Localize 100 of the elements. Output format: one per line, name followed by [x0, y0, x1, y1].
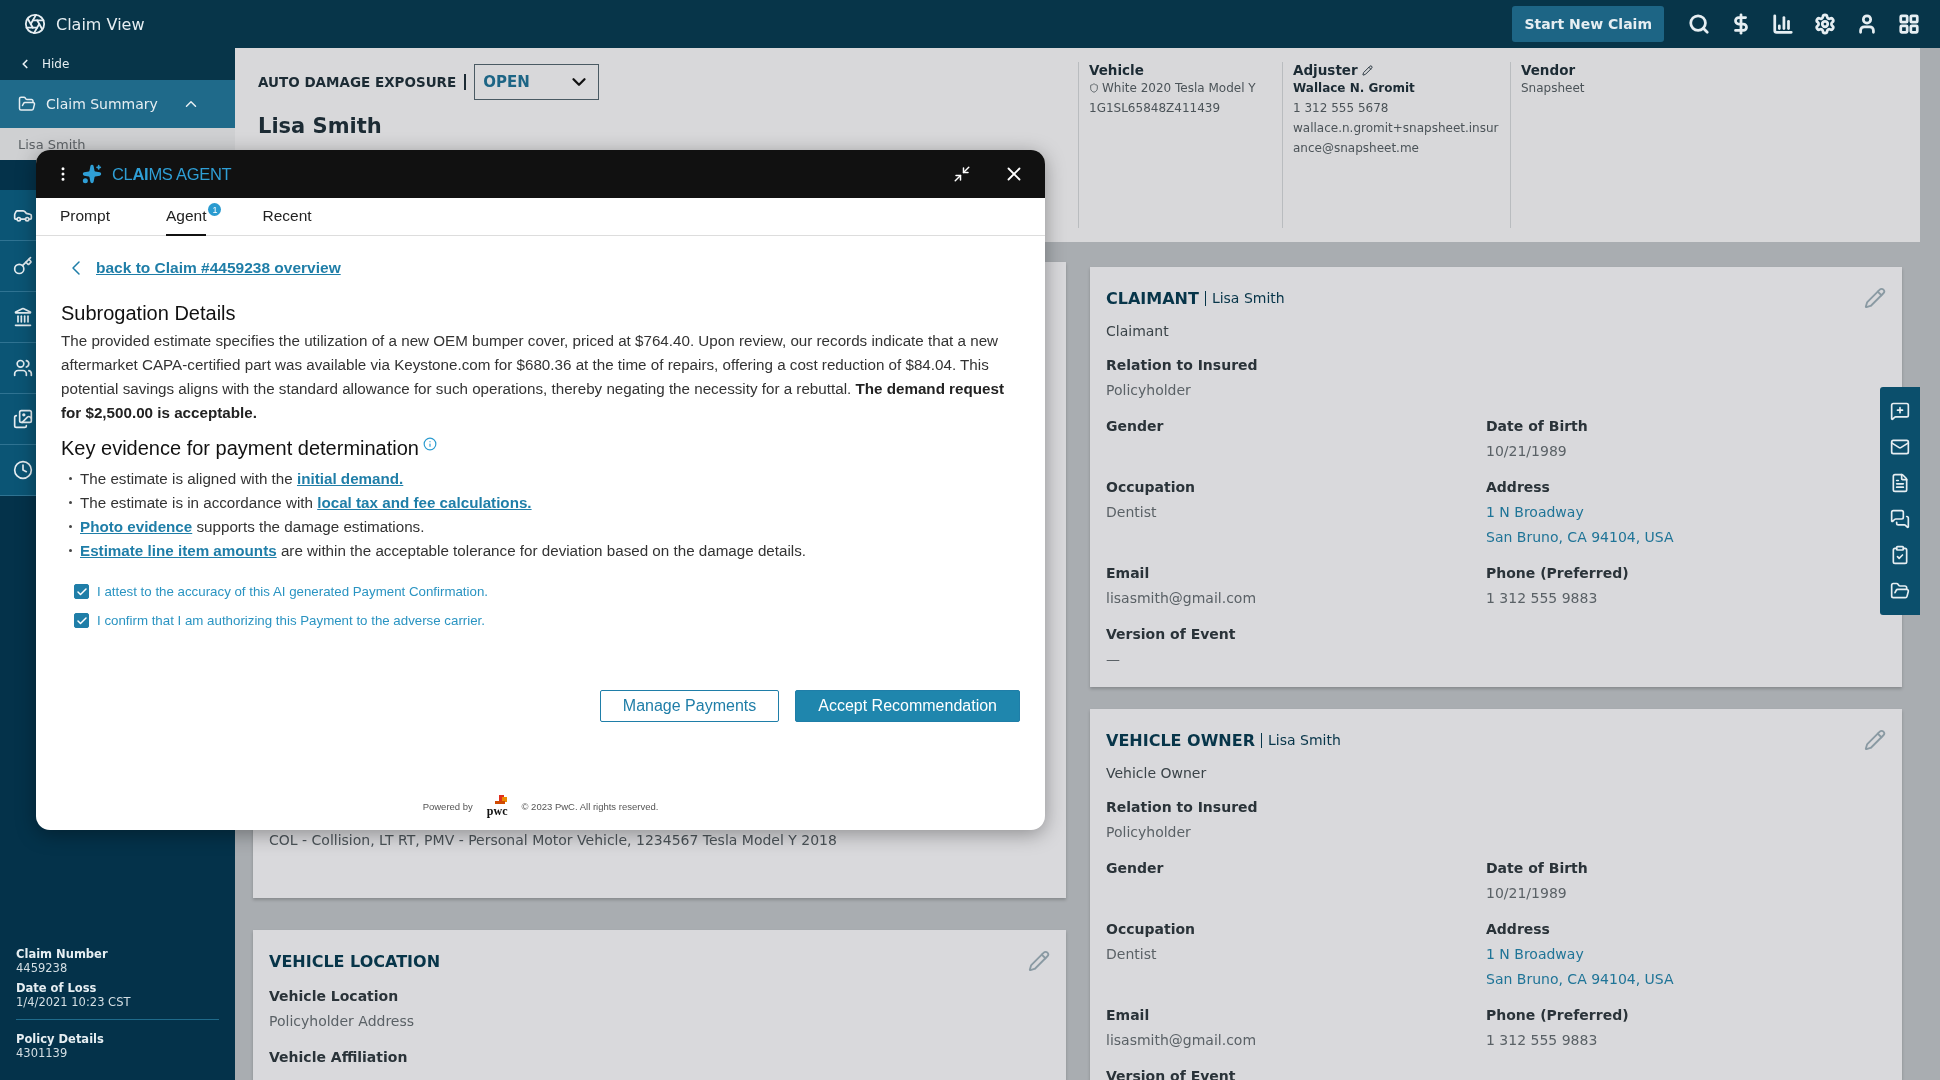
settings-icon[interactable]	[1814, 13, 1836, 35]
field-label: Phone (Preferred)	[1486, 1006, 1629, 1025]
panel-tab[interactable]: Prompt	[60, 198, 110, 236]
info-value: wallace.n.gromit+snapsheet.insurance@snapsheet.me	[1293, 120, 1500, 157]
minimize-icon[interactable]	[953, 165, 971, 183]
brand-logo: pwc	[486, 795, 508, 817]
address-link[interactable]: 1 N Broadway	[1486, 502, 1584, 522]
evidence-link[interactable]: Photo evidence	[80, 517, 193, 535]
evidence-item: The estimate is in accordance with local tax and fee calculations.	[80, 493, 532, 511]
evidence-item: Photo evidence supports the damage estimations.	[80, 517, 425, 535]
info-value: Snapsheet	[1521, 80, 1585, 97]
party-role: Claimant	[1106, 323, 1169, 339]
field-label: Address	[1486, 478, 1550, 497]
bullet-icon	[69, 500, 72, 504]
subrogation-paragraph: The provided estimate specifies the utilization of a new OEM bumper cover, priced at $764.40. Upon review, our records indicate that a new aftermarket CAPA-certified part was available via Keystone.com for $680.36 at the time of repairs, offering a cost reduction of $84.04. This potential savings aligns with the standard allowance for such operations, thereby negating the necessity for a rebuttal. The demand request for $2,500.00 is acceptable.	[61, 331, 1005, 423]
evidence-link[interactable]: Estimate line item amounts	[80, 541, 277, 559]
checkbox[interactable]	[74, 584, 89, 599]
info-icon[interactable]	[423, 437, 437, 451]
status-dropdown[interactable]: OPEN	[474, 64, 600, 100]
back-link[interactable]: back to Claim #4459238 overview	[96, 259, 341, 277]
evidence-item: The estimate is aligned with the initial demand.	[80, 469, 404, 487]
count-badge: 1	[208, 203, 222, 216]
checkbox-label: I attest to the accuracy of this AI generated Payment Confirmation.	[97, 584, 488, 599]
field-value: Dentist	[1106, 503, 1157, 522]
field-label: Version of Event	[1106, 625, 1236, 644]
aperture-logo-icon	[24, 13, 46, 35]
address-link[interactable]: San Bruno, CA 94104, USA	[1486, 969, 1674, 989]
field-value: Policyholder Address	[269, 1012, 415, 1031]
info-label: Adjuster	[1293, 62, 1373, 78]
field-label: Date of Birth	[1486, 859, 1588, 878]
field-label: Phone (Preferred)	[1486, 564, 1629, 583]
evidence-link[interactable]: local tax and fee calculations.	[317, 493, 532, 511]
manage-payments-button[interactable]: Manage Payments	[599, 690, 780, 722]
start-new-claim-button[interactable]: Start New Claim	[1512, 6, 1664, 42]
copyright-text: © 2023 PwC. All rights reserved.	[521, 800, 659, 812]
shield-icon	[1089, 83, 1099, 93]
panel-title: CLAIMS AGENT	[112, 164, 232, 184]
field-value: Policyholder	[1106, 823, 1191, 842]
info-label: Vehicle	[1089, 62, 1144, 78]
field-label: Relation to Insured	[1106, 356, 1258, 375]
field-label: Occupation	[1106, 478, 1195, 497]
field-label: Vehicle Affiliation	[269, 1048, 408, 1067]
info-value: Wallace N. Gromit	[1293, 80, 1415, 97]
search-icon[interactable]	[1688, 13, 1710, 35]
claim-info-value: 1/4/2021 10:23 CST	[16, 995, 132, 1009]
checkbox[interactable]	[74, 613, 89, 628]
field-label: Gender	[1106, 859, 1164, 878]
claimant-name: Lisa Smith	[258, 114, 382, 138]
info-value: 1 312 555 5678	[1293, 100, 1389, 117]
field-label: Email	[1106, 1006, 1150, 1025]
exposure-summary: COL - Collision, LT RT, PMV - Personal Motor Vehicle, 1234567 Tesla Model Y 2018	[269, 832, 838, 848]
field-value: 1 312 555 9883	[1486, 589, 1598, 608]
panel-tab[interactable]: Recent	[262, 198, 312, 236]
bar-chart-icon[interactable]	[1772, 13, 1794, 35]
info-value: 1G1SL65848Z411439	[1089, 100, 1221, 117]
claim-summary-section[interactable]: Claim Summary	[0, 80, 235, 128]
address-link[interactable]: San Bruno, CA 94104, USA	[1486, 527, 1674, 547]
claim-info-label: Date of Loss	[16, 981, 98, 995]
field-label: Occupation	[1106, 920, 1195, 939]
field-value: 1 312 555 9883	[1486, 1031, 1598, 1050]
evidence-link[interactable]: initial demand.	[296, 469, 404, 487]
evidence-item: Estimate line item amounts are within the acceptable tolerance for deviation based on the damage details.	[80, 541, 807, 559]
field-label: Address	[1486, 920, 1550, 939]
powered-by-text: Powered by	[422, 800, 473, 812]
field-label: Email	[1106, 564, 1150, 583]
card-title: VEHICLE LOCATION	[269, 951, 441, 971]
claim-info-label: Claim Number	[16, 947, 109, 961]
field-value: —	[1106, 650, 1120, 669]
field-label: Date of Birth	[1486, 417, 1588, 436]
checkbox-label: I confirm that I am authorizing this Payment to the adverse carrier.	[97, 613, 485, 628]
card-subtitle: Lisa Smith	[1204, 290, 1285, 306]
section-heading: Subrogation Details	[61, 302, 236, 325]
field-value: lisasmith@gmail.com	[1106, 589, 1257, 608]
field-value: 10/21/1989	[1486, 884, 1567, 903]
field-value: Dentist	[1106, 945, 1157, 964]
card-title: VEHICLE OWNER	[1106, 730, 1255, 750]
bullet-icon	[69, 524, 72, 528]
field-value: 10/21/1989	[1486, 442, 1567, 461]
claim-info-value: 4301139	[16, 1046, 69, 1060]
info-label: Vendor	[1521, 62, 1576, 78]
user-icon[interactable]	[1856, 13, 1878, 35]
card-title: CLAIMANT	[1106, 288, 1199, 308]
app-title: Claim View	[56, 14, 145, 34]
bullet-icon	[69, 548, 72, 552]
field-value: lisasmith@gmail.com	[1106, 1031, 1257, 1050]
claim-info-value: 4459238	[16, 961, 69, 975]
party-role: Vehicle Owner	[1106, 765, 1207, 781]
section-heading: Key evidence for payment determination	[61, 437, 419, 460]
field-label: Relation to Insured	[1106, 798, 1258, 817]
accept-button[interactable]: Accept Recommendation	[795, 690, 1020, 722]
card-subtitle: Lisa Smith	[1261, 732, 1341, 748]
grid-icon[interactable]	[1898, 13, 1920, 35]
field-label: Vehicle Location	[269, 987, 399, 1006]
field-label: Gender	[1106, 417, 1164, 436]
claim-info-label: Policy Details	[16, 1032, 105, 1046]
pencil-icon[interactable]	[1361, 64, 1373, 76]
bullet-icon	[69, 476, 72, 480]
address-link[interactable]: 1 N Broadway	[1486, 944, 1584, 964]
sparkle-icon	[82, 164, 102, 184]
field-value: Policyholder	[1106, 381, 1191, 400]
